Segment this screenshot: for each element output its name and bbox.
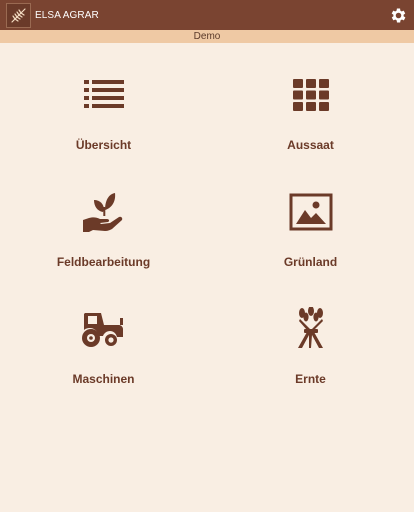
tile-maschinen[interactable]: Maschinen bbox=[0, 277, 207, 394]
tile-uebersicht[interactable]: Übersicht bbox=[0, 43, 207, 160]
settings-button[interactable] bbox=[388, 5, 408, 25]
tile-label: Ernte bbox=[295, 372, 326, 386]
gear-icon bbox=[391, 8, 405, 22]
landscape-image-icon bbox=[287, 188, 335, 236]
tractor-icon bbox=[80, 305, 128, 353]
demo-banner: Demo bbox=[0, 30, 414, 43]
tile-label: Maschinen bbox=[72, 372, 135, 386]
tile-label: Grünland bbox=[283, 255, 338, 269]
hand-plant-icon bbox=[80, 188, 128, 236]
list-icon bbox=[80, 71, 128, 119]
tile-label: Aussaat bbox=[287, 138, 334, 152]
tile-label: Übersicht bbox=[75, 138, 132, 152]
app-logo bbox=[6, 2, 31, 28]
wheat-logo-icon bbox=[10, 8, 26, 23]
grid-icon bbox=[287, 71, 335, 119]
tile-feldbearbeitung[interactable]: Feldbearbeitung bbox=[0, 160, 207, 277]
tile-gruenland[interactable]: Grünland bbox=[207, 160, 414, 277]
tile-aussaat[interactable]: Aussaat bbox=[207, 43, 414, 160]
tile-ernte[interactable]: Ernte bbox=[207, 277, 414, 394]
wheat-sheaf-icon bbox=[287, 305, 335, 353]
app-bar: ELSA AGRAR bbox=[0, 0, 414, 30]
tile-label: Feldbearbeitung bbox=[56, 255, 151, 269]
app-title: ELSA AGRAR bbox=[35, 9, 99, 21]
